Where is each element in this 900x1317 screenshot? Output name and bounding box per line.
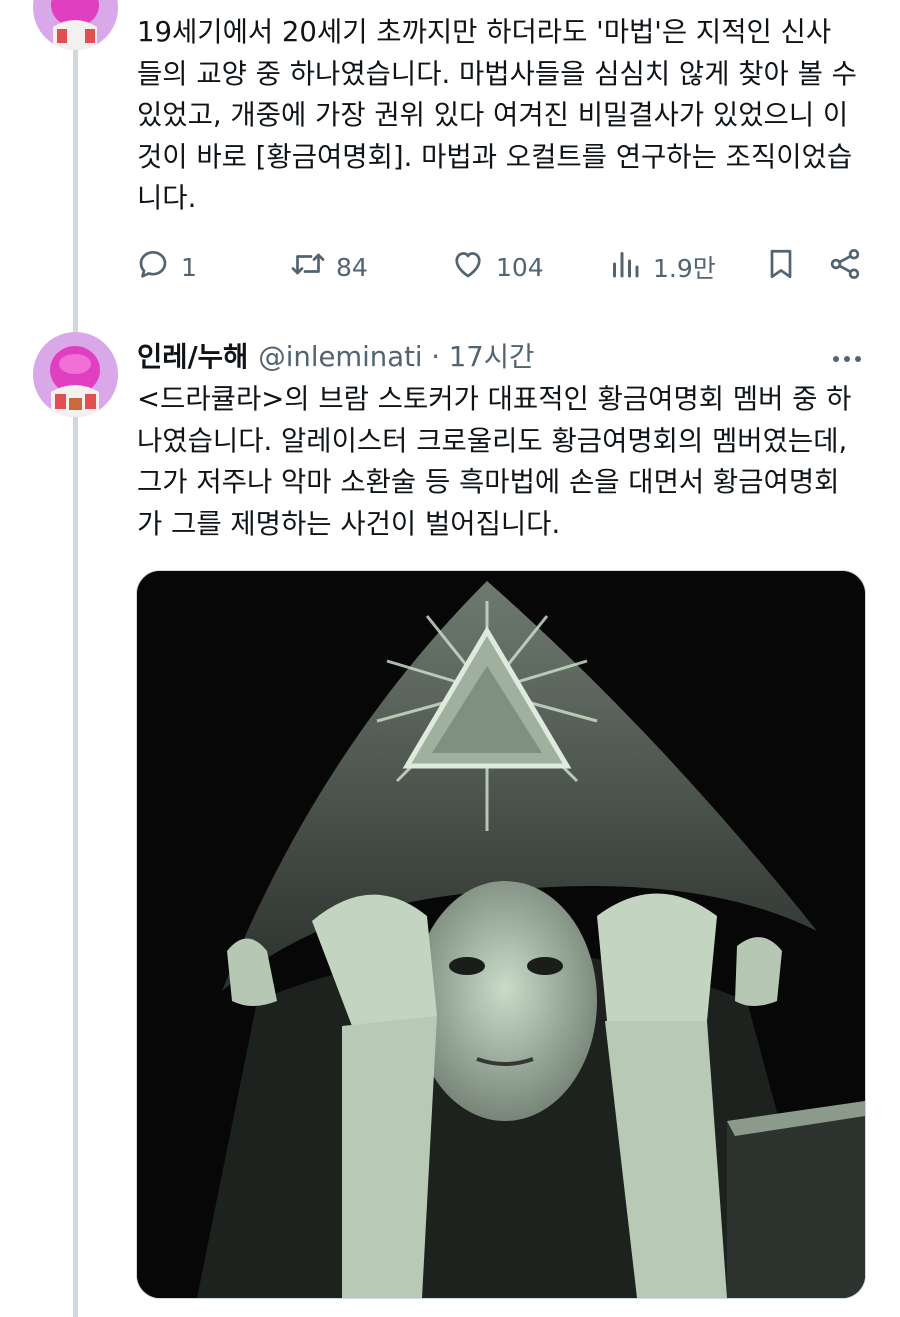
bookmark-icon — [763, 246, 799, 288]
tweet-text: <드라큘라>의 브람 스토커가 대표적인 황금여명회 멤버 중 하 나였습니다.… — [137, 383, 852, 540]
retweet-icon — [290, 246, 326, 288]
avatar[interactable] — [33, 332, 118, 417]
retweet-count: 84 — [336, 252, 368, 282]
share-button[interactable] — [827, 245, 863, 289]
reply-icon — [135, 246, 171, 288]
tweet-text: 19세기에서 20세기 초까지만 하더라도 '마법'은 지적인 신사 들의 교양… — [137, 16, 857, 214]
like-count: 104 — [496, 252, 544, 282]
retweet-button[interactable]: 84 — [290, 245, 368, 289]
more-icon[interactable] — [831, 340, 863, 372]
tweet-header: 인레/누해 @inleminati · 17시간 — [137, 334, 877, 374]
views-icon — [607, 246, 643, 288]
reply-button[interactable]: 1 — [135, 245, 197, 289]
thread-line — [73, 0, 78, 1317]
display-name[interactable]: 인레/누해 — [137, 334, 248, 374]
like-button[interactable]: 104 — [450, 245, 544, 289]
views-button[interactable]: 1.9만 — [607, 245, 716, 289]
tweet-actions: 1 84 104 1.9만 — [135, 245, 875, 289]
views-count: 1.9만 — [653, 254, 716, 283]
avatar[interactable] — [33, 0, 118, 50]
heart-icon — [450, 246, 486, 288]
share-icon — [827, 246, 863, 288]
reply-count: 1 — [181, 252, 197, 282]
tweet-photo[interactable] — [136, 570, 866, 1299]
handle-and-time[interactable]: @inleminati · 17시간 — [258, 334, 534, 374]
bookmark-button[interactable] — [763, 245, 799, 289]
